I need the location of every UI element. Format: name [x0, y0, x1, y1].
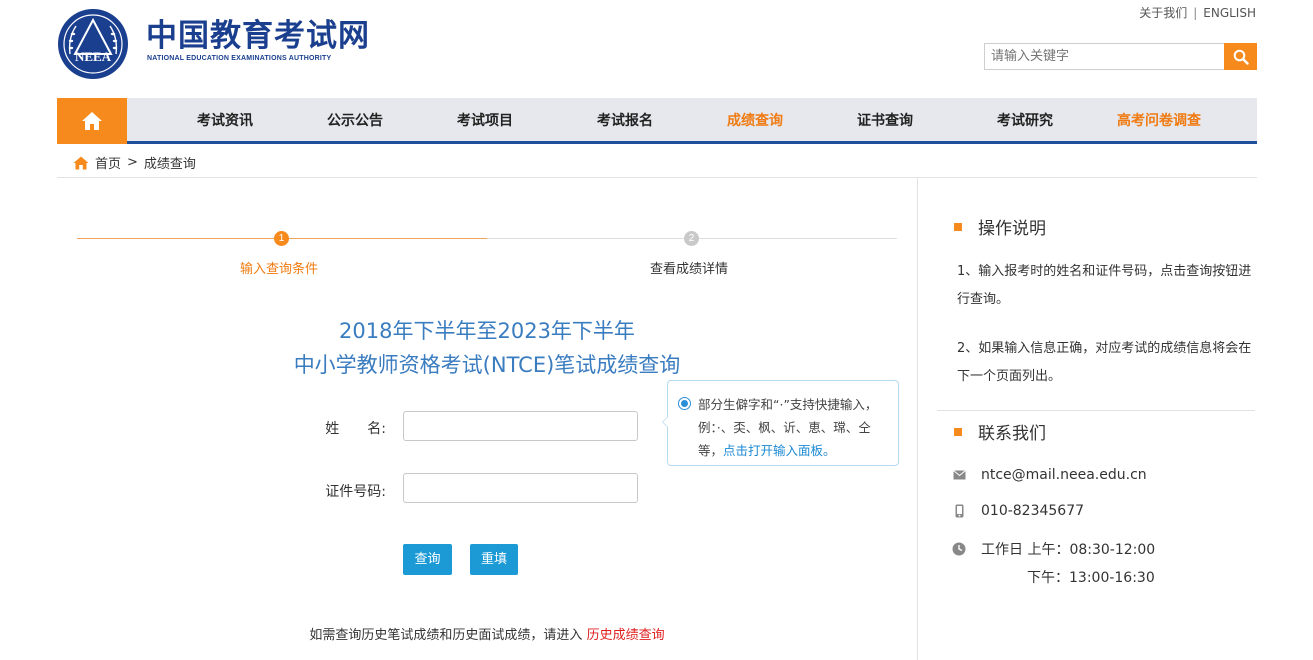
- contact-hours-pm: 下午：13:00-16:30: [1027, 570, 1155, 586]
- nav-item-survey[interactable]: 高考问卷调查: [1117, 98, 1201, 144]
- contact-phone: 010-82345677: [952, 503, 1084, 519]
- name-label: 姓 名:: [325, 421, 386, 437]
- query-title-line2: 中小学教师资格考试(NTCE)笔试成绩查询: [293, 353, 681, 377]
- site-name-english: NATIONAL EDUCATION EXAMINATIONS AUTHORIT…: [147, 55, 332, 62]
- query-title-line1: 2018年下半年至2023年下半年: [339, 319, 635, 343]
- breadcrumb-separator: >: [127, 155, 138, 170]
- open-input-panel-link[interactable]: 点击打开输入面板。: [723, 443, 836, 458]
- history-note: 如需查询历史笔试成绩和历史面试成绩，请进入 历史成绩查询: [77, 624, 897, 643]
- history-note-text: 如需查询历史笔试成绩和历史面试成绩，请进入: [309, 628, 583, 643]
- nav-item-research[interactable]: 考试研究: [997, 98, 1053, 144]
- search-input[interactable]: [984, 43, 1224, 70]
- nav-item-certificate-query[interactable]: 证书查询: [857, 98, 913, 144]
- breadcrumb-home[interactable]: 首页: [95, 153, 121, 172]
- step-2-label: 查看成绩详情: [650, 262, 729, 277]
- breadcrumb-current: 成绩查询: [143, 157, 196, 172]
- contact-heading: 联系我们: [954, 419, 1046, 444]
- logo-text: NEEA: [75, 49, 112, 64]
- content-divider: [917, 178, 918, 660]
- breadcrumb-divider: [57, 177, 1257, 178]
- english-link[interactable]: ENGLISH: [1203, 6, 1256, 20]
- contact-title: 联系我们: [978, 424, 1046, 444]
- nav-item-registration[interactable]: 考试报名: [597, 98, 653, 144]
- reset-button[interactable]: 重填: [470, 544, 518, 575]
- top-links: 关于我们 | ENGLISH: [1139, 4, 1256, 21]
- name-input[interactable]: [403, 411, 638, 441]
- nav-item-news[interactable]: 考试资讯: [197, 98, 253, 144]
- id-number-input[interactable]: [403, 473, 638, 503]
- contact-email: ntce@mail.neea.edu.cn: [952, 467, 1147, 483]
- nav-item-notices[interactable]: 公示公告: [327, 98, 383, 144]
- phone-icon: [952, 504, 966, 518]
- mail-icon: [952, 468, 966, 482]
- contact-hours-am: 工作日 上午：08:30-12:00: [981, 542, 1156, 558]
- home-icon: [82, 112, 102, 130]
- nav-item-score-query[interactable]: 成绩查询: [727, 98, 783, 144]
- neea-logo[interactable]: NEEA: [56, 8, 130, 80]
- step-1-marker: 1: [274, 231, 289, 246]
- search-icon: [1233, 49, 1249, 65]
- about-link[interactable]: 关于我们: [1139, 6, 1187, 20]
- search-button[interactable]: [1224, 43, 1257, 70]
- operation-guide-title: 操作说明: [978, 219, 1046, 239]
- main-nav: 考试资讯 公示公告 考试项目 考试报名 成绩查询 证书查询 考试研究 高考问卷调…: [57, 98, 1257, 144]
- id-number-label: 证件号码:: [325, 484, 386, 500]
- clock-icon: [952, 542, 966, 556]
- contact-phone-text: 010-82345677: [981, 503, 1085, 519]
- step-2-marker: 2: [684, 231, 699, 246]
- query-button[interactable]: 查询: [403, 544, 452, 575]
- rare-char-tooltip: 部分生僻字和“·”支持快捷输入，例：·、奀、枫、䜣、恵、瑺、仝等，点击打开输入面…: [662, 380, 899, 466]
- site-name[interactable]: 中国教育考试网: [146, 16, 370, 56]
- sidebar-divider: [937, 410, 1255, 411]
- home-icon: [73, 156, 89, 169]
- contact-hours: 工作日 上午：08:30-12:00: [952, 539, 1155, 559]
- search-box: [984, 43, 1257, 70]
- breadcrumb: 首页 > 成绩查询: [73, 153, 196, 172]
- nav-item-exams[interactable]: 考试项目: [457, 98, 513, 144]
- top-links-separator: |: [1193, 6, 1198, 20]
- contact-email-text[interactable]: ntce@mail.neea.edu.cn: [981, 467, 1147, 483]
- heading-bullet-icon: [954, 427, 962, 436]
- info-radio-icon: [678, 397, 691, 410]
- history-score-link[interactable]: 历史成绩查询: [587, 628, 665, 643]
- step-1-label: 输入查询条件: [240, 262, 319, 277]
- heading-bullet-icon: [954, 222, 962, 231]
- operation-step-1: 1、输入报考时的姓名和证件号码，点击查询按钮进行查询。: [957, 264, 1252, 307]
- operation-guide-heading: 操作说明: [954, 214, 1046, 239]
- home-button[interactable]: [57, 98, 127, 144]
- operation-step-2: 2、如果输入信息正确，对应考试的成绩信息将会在下一个页面列出。: [957, 341, 1252, 384]
